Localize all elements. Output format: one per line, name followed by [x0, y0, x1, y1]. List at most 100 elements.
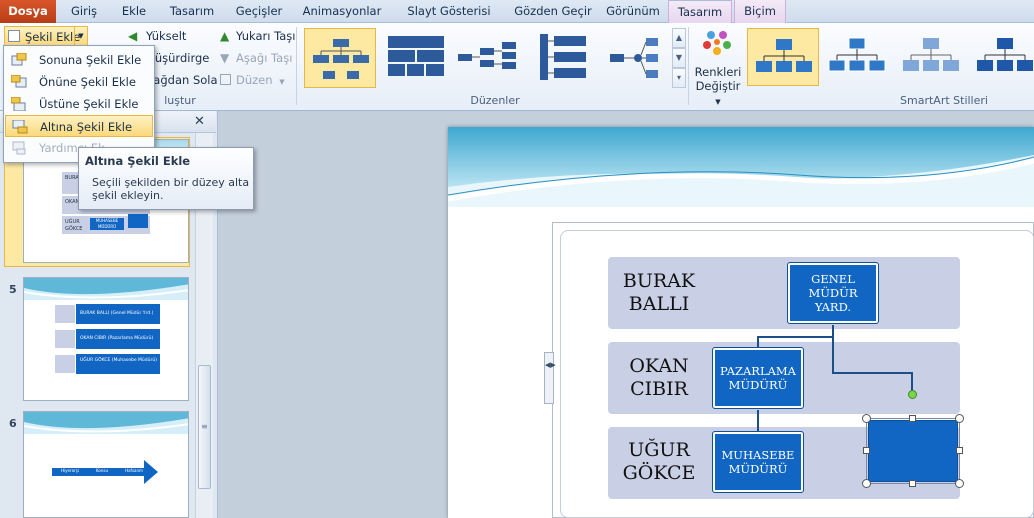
shape-text-line: PAZARLAMA: [720, 364, 796, 378]
tab-smartart-design[interactable]: Tasarım: [668, 0, 732, 24]
slide-header-graphic: [24, 278, 188, 300]
tooltip-body: Seçili şekilden bir düzey alta şekil ekl…: [92, 176, 250, 202]
layout-option-horizontal[interactable]: [456, 28, 528, 88]
thumb-row-text: UĞUR GÖKCE (Muhasebe Müdürü): [80, 358, 157, 363]
menu-item-add-shape-after[interactable]: Sonuna Şekil Ekle: [5, 49, 153, 71]
tab-view[interactable]: Görünüm: [602, 0, 664, 23]
scrollbar-thumb[interactable]: ≡: [198, 365, 211, 489]
layout-icon: [220, 74, 231, 85]
row-label-line: BALLI: [628, 293, 690, 315]
resize-handle[interactable]: [862, 479, 871, 488]
resize-handle[interactable]: [863, 447, 870, 454]
move-up-button[interactable]: ▲ Yukarı Taşı: [218, 26, 295, 46]
row-label-3[interactable]: UĞUR GÖKCE: [614, 439, 704, 485]
change-colors-label-2: Değiştir ▼: [692, 79, 744, 107]
resize-handle[interactable]: [956, 447, 963, 454]
gallery-more[interactable]: ▾: [672, 68, 686, 88]
style-option-outline[interactable]: [821, 28, 893, 86]
text-pane-toggle[interactable]: ◀▶: [544, 352, 556, 404]
layout-option-radial[interactable]: [608, 28, 680, 88]
tab-review[interactable]: Gözden Geçir: [508, 0, 598, 23]
tab-animations[interactable]: Animasyonlar: [294, 0, 390, 23]
vertical-thumb-icon: [540, 34, 586, 80]
shape-text-line: GENEL: [811, 272, 855, 286]
gallery-scroll-down[interactable]: ▼: [672, 48, 686, 68]
style-subtle-thumb-icon: [903, 38, 959, 71]
resize-handle[interactable]: [955, 414, 964, 423]
move-up-label: Yukarı Taşı: [236, 29, 296, 43]
change-colors-button[interactable]: Renkleri Değiştir ▼: [692, 27, 744, 106]
thumbnail-slide-6[interactable]: Hiyerarşi Konsu Hafsanm: [23, 411, 189, 518]
style-outline-thumb-icon: [828, 37, 886, 72]
row-label-2[interactable]: OKAN CIBIR: [614, 355, 704, 401]
resize-handle[interactable]: [862, 414, 871, 423]
style-option-intense[interactable]: [969, 28, 1034, 86]
rotate-handle[interactable]: [908, 390, 917, 399]
menu-item-add-shape-above[interactable]: Üstüne Şekil Ekle: [5, 93, 153, 115]
slide-header-graphic: [448, 127, 1034, 207]
style-option-simple[interactable]: [747, 28, 819, 86]
thumbnail-slide-5[interactable]: BURAK BALLI (Genel Müdür Yrd.) OKAN CIBI…: [23, 277, 189, 401]
tooltip: Altına Şekil Ekle Seçili şekilden bir dü…: [78, 147, 254, 210]
current-slide[interactable]: ◀▶ BURAK BALLI GENEL MÜDÜR YARD. OKAN CI…: [448, 127, 1034, 518]
layout-button[interactable]: Düzen ▼: [218, 70, 285, 90]
add-shape-button[interactable]: Şekil Ekle ▼: [4, 26, 88, 46]
promote-label: Yükselt: [146, 29, 187, 43]
resize-handle[interactable]: [909, 415, 916, 422]
row-label-1[interactable]: BURAK BALLI: [614, 270, 704, 316]
tab-format[interactable]: Biçim: [734, 0, 786, 23]
close-icon[interactable]: ✕: [194, 114, 205, 129]
chevron-down-icon[interactable]: ▼: [74, 27, 87, 45]
menu-item-add-shape-below[interactable]: Altına Şekil Ekle: [5, 115, 153, 137]
group-label-styles: SmartArt Stilleri: [900, 94, 988, 107]
shape-text-line: YARD.: [814, 300, 852, 314]
shape-text-line: MÜDÜR: [808, 286, 858, 300]
layout-option-vertical[interactable]: [532, 28, 604, 88]
shape-text-line: MÜDÜRÜ: [728, 462, 788, 476]
color-palette-icon: [703, 31, 731, 55]
layout-option-hierarchy[interactable]: [380, 28, 452, 88]
menu-item-label: Önüne Şekil Ekle: [39, 75, 136, 89]
thumb-box: MUHASEBE MÜDÜRÜ: [90, 218, 124, 230]
layout-option-org-chart[interactable]: [304, 28, 376, 88]
tab-file[interactable]: Dosya: [0, 0, 56, 23]
arrow-item: Hafsanm: [125, 468, 143, 473]
horizontal-thumb-icon: [458, 42, 516, 69]
shape-accounting-manager[interactable]: MUHASEBE MÜDÜRÜ: [712, 431, 804, 493]
thumbnail-number: 6: [9, 417, 17, 430]
radial-thumb-icon: [610, 38, 658, 78]
arrow-shape-icon: [52, 460, 158, 484]
ribbon-tabs: Dosya Giriş Ekle Tasarım Geçişler Animas…: [0, 0, 1034, 24]
style-option-subtle[interactable]: [895, 28, 967, 86]
thumb-row-text: UĞUR GÖKCE: [65, 219, 83, 232]
add-before-icon: [11, 75, 27, 88]
group-label-create: luştur: [164, 94, 196, 107]
shape-new-selected[interactable]: [868, 420, 958, 482]
ribbon-separator: [688, 27, 689, 105]
arrow-item: Hiyerarşi: [61, 468, 79, 473]
add-shape-label: Şekil Ekle: [25, 30, 81, 44]
tab-design[interactable]: Tasarım: [160, 0, 224, 23]
menu-item-add-shape-before[interactable]: Önüne Şekil Ekle: [5, 71, 153, 93]
gallery-scroll-up[interactable]: ▲: [672, 28, 686, 48]
promote-button[interactable]: ◀ Yükselt: [128, 26, 186, 46]
tab-home[interactable]: Giriş: [60, 0, 108, 23]
tab-slideshow[interactable]: Slayt Gösterisi: [394, 0, 504, 23]
shape-text-line: MUHASEBE: [721, 448, 795, 462]
shape-marketing-manager[interactable]: PAZARLAMA MÜDÜRÜ: [712, 347, 804, 409]
chevron-down-icon: ▼: [279, 78, 285, 86]
group-label-layouts: Düzenler: [470, 94, 520, 107]
row-label-line: BURAK: [622, 270, 696, 292]
tab-insert[interactable]: Ekle: [112, 0, 156, 23]
chevron-down-icon: ▼: [715, 98, 721, 106]
move-down-button[interactable]: ▼ Aşağı Taşı: [218, 48, 292, 68]
resize-handle[interactable]: [909, 480, 916, 487]
style-intense-thumb-icon: [977, 38, 1033, 71]
change-colors-text: Değiştir: [695, 79, 741, 93]
thumb-image-placeholder: [54, 329, 76, 349]
tab-transitions[interactable]: Geçişler: [228, 0, 290, 23]
resize-handle[interactable]: [955, 479, 964, 488]
shape-general-manager-deputy[interactable]: GENEL MÜDÜR YARD.: [787, 262, 879, 324]
add-shape-icon: [8, 30, 20, 42]
layouts-gallery: [302, 28, 692, 88]
